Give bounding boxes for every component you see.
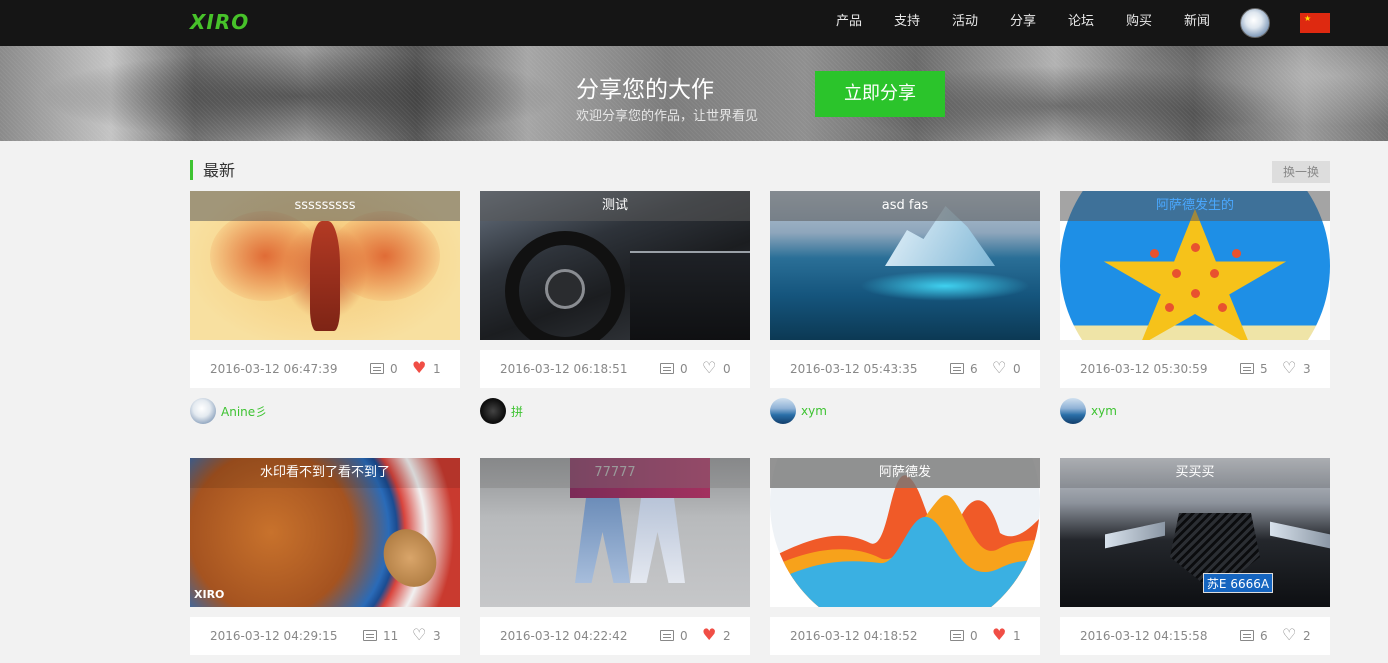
watermark-text: XIRO xyxy=(194,588,225,601)
work-thumbnail[interactable]: 测试 xyxy=(480,191,750,340)
comment-icon[interactable] xyxy=(660,363,674,374)
license-plate: 苏E 6666A xyxy=(1203,573,1273,593)
author: xym xyxy=(770,398,827,424)
work-title: asd fas xyxy=(770,191,1040,221)
like-count: 2 xyxy=(1303,629,1311,643)
heart-icon[interactable]: ♥ xyxy=(412,359,426,377)
work-thumbnail[interactable]: 阿萨德发 xyxy=(770,458,1040,607)
work-thumbnail[interactable]: XIRO 水印看不到了看不到了 xyxy=(190,458,460,607)
work-thumbnail[interactable]: sssssssss xyxy=(190,191,460,340)
post-date: 2016-03-12 04:18:52 xyxy=(790,629,918,643)
like-count: 1 xyxy=(433,362,441,376)
banner-subtitle: 欢迎分享您的作品，让世界看见 xyxy=(576,109,759,124)
heart-icon[interactable]: ♥ xyxy=(992,626,1006,644)
author-avatar[interactable] xyxy=(480,398,506,424)
comment-icon[interactable] xyxy=(950,630,964,641)
nav-item-buy[interactable]: 购买 xyxy=(1110,0,1168,46)
heart-icon[interactable]: ♡ xyxy=(1282,359,1296,377)
work-title: sssssssss xyxy=(190,191,460,221)
user-avatar[interactable] xyxy=(1240,8,1270,38)
main-nav: 产品 支持 活动 分享 论坛 购买 新闻 xyxy=(820,0,1226,46)
author: 拼 xyxy=(480,398,523,424)
author-avatar[interactable] xyxy=(1060,398,1086,424)
post-date: 2016-03-12 04:22:42 xyxy=(500,629,628,643)
post-date: 2016-03-12 04:29:15 xyxy=(210,629,338,643)
work-title: 水印看不到了看不到了 xyxy=(190,458,460,488)
section-title: 最新 xyxy=(190,160,235,180)
work-meta: 2016-03-12 05:43:35 6 ♡ 0 xyxy=(770,350,1040,388)
china-flag-icon[interactable]: ★ xyxy=(1300,13,1330,33)
work-meta: 2016-03-12 04:15:58 6 ♡ 2 xyxy=(1060,617,1330,655)
nav-item-news[interactable]: 新闻 xyxy=(1168,0,1226,46)
post-date: 2016-03-12 04:15:58 xyxy=(1080,629,1208,643)
comment-count: 0 xyxy=(970,629,978,643)
comment-icon[interactable] xyxy=(660,630,674,641)
comment-count: 6 xyxy=(970,362,978,376)
share-now-button[interactable]: 立即分享 xyxy=(815,71,945,117)
comment-icon[interactable] xyxy=(370,363,384,374)
logo[interactable]: XIRO xyxy=(190,10,249,34)
work-title: 买买买 xyxy=(1060,458,1330,488)
author: xym xyxy=(1060,398,1117,424)
post-date: 2016-03-12 05:43:35 xyxy=(790,362,918,376)
comment-icon[interactable] xyxy=(950,363,964,374)
like-count: 3 xyxy=(433,629,441,643)
author-avatar[interactable] xyxy=(190,398,216,424)
share-banner: 分享您的大作 欢迎分享您的作品，让世界看见 立即分享 xyxy=(0,46,1388,141)
author-avatar[interactable] xyxy=(770,398,796,424)
work-meta: 2016-03-12 04:22:42 0 ♥ 2 xyxy=(480,617,750,655)
like-count: 0 xyxy=(1013,362,1021,376)
work-meta: 2016-03-12 06:18:51 0 ♡ 0 xyxy=(480,350,750,388)
post-date: 2016-03-12 05:30:59 xyxy=(1080,362,1208,376)
like-count: 2 xyxy=(723,629,731,643)
nav-item-support[interactable]: 支持 xyxy=(878,0,936,46)
work-title: 阿萨德发生的 xyxy=(1060,191,1330,221)
nav-item-products[interactable]: 产品 xyxy=(820,0,878,46)
author-name[interactable]: 拼 xyxy=(511,403,523,420)
heart-icon[interactable]: ♡ xyxy=(1282,626,1296,644)
author-name[interactable]: Anine彡 xyxy=(221,403,267,420)
work-meta: 2016-03-12 04:29:15 11 ♡ 3 xyxy=(190,617,460,655)
comment-count: 11 xyxy=(383,629,399,643)
work-title: 77777 xyxy=(480,458,750,488)
post-date: 2016-03-12 06:18:51 xyxy=(500,362,628,376)
post-date: 2016-03-12 06:47:39 xyxy=(210,362,338,376)
banner-title: 分享您的大作 xyxy=(576,77,714,103)
like-count: 3 xyxy=(1303,362,1311,376)
work-meta: 2016-03-12 06:47:39 0 ♥ 1 xyxy=(190,350,460,388)
heart-icon[interactable]: ♡ xyxy=(992,359,1006,377)
comment-count: 0 xyxy=(390,362,398,376)
comment-count: 0 xyxy=(680,362,688,376)
comment-count: 5 xyxy=(1260,362,1268,376)
work-thumbnail[interactable]: 77777 xyxy=(480,458,750,607)
comment-icon[interactable] xyxy=(1240,363,1254,374)
comment-icon[interactable] xyxy=(363,630,377,641)
nav-item-share[interactable]: 分享 xyxy=(994,0,1052,46)
work-meta: 2016-03-12 04:18:52 0 ♥ 1 xyxy=(770,617,1040,655)
refresh-button[interactable]: 换一换 xyxy=(1272,161,1330,183)
work-meta: 2016-03-12 05:30:59 5 ♡ 3 xyxy=(1060,350,1330,388)
work-title: 测试 xyxy=(480,191,750,221)
work-title: 阿萨德发 xyxy=(770,458,1040,488)
author-name[interactable]: xym xyxy=(1091,404,1117,418)
work-thumbnail[interactable]: 阿萨德发生的 xyxy=(1060,191,1330,340)
heart-icon[interactable]: ♥ xyxy=(702,626,716,644)
comment-count: 0 xyxy=(680,629,688,643)
like-count: 1 xyxy=(1013,629,1021,643)
work-thumbnail[interactable]: 苏E 6666A 买买买 xyxy=(1060,458,1330,607)
like-count: 0 xyxy=(723,362,731,376)
author-name[interactable]: xym xyxy=(801,404,827,418)
author: Anine彡 xyxy=(190,398,267,424)
heart-icon[interactable]: ♡ xyxy=(412,626,426,644)
work-thumbnail[interactable]: asd fas xyxy=(770,191,1040,340)
comment-count: 6 xyxy=(1260,629,1268,643)
nav-item-events[interactable]: 活动 xyxy=(936,0,994,46)
top-navbar: XIRO 产品 支持 活动 分享 论坛 购买 新闻 ★ xyxy=(0,0,1388,46)
comment-icon[interactable] xyxy=(1240,630,1254,641)
heart-icon[interactable]: ♡ xyxy=(702,359,716,377)
nav-item-forum[interactable]: 论坛 xyxy=(1052,0,1110,46)
